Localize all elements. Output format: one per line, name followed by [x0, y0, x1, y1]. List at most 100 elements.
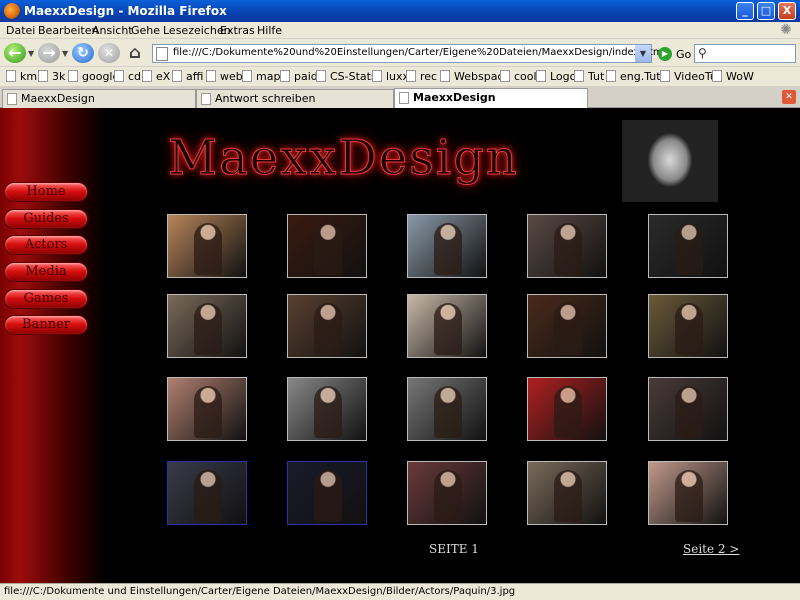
- actor-thumbnail[interactable]: [407, 294, 487, 358]
- actor-thumbnail[interactable]: [407, 461, 487, 525]
- folder-icon: [280, 70, 290, 82]
- url-bar[interactable]: file:///C:/Dokumente%20und%20Einstellung…: [152, 44, 663, 63]
- nav-guides-button[interactable]: Guides: [4, 209, 88, 229]
- bookmark-icon: [242, 70, 252, 82]
- bookmark-item[interactable]: paid: [280, 70, 318, 83]
- page-icon: [399, 92, 409, 104]
- actor-thumbnail[interactable]: [167, 377, 247, 441]
- url-history-dropdown-icon[interactable]: ▼: [635, 45, 651, 62]
- actor-thumbnail[interactable]: [287, 461, 367, 525]
- bookmark-item[interactable]: affi: [172, 70, 203, 83]
- actor-thumbnail[interactable]: [167, 294, 247, 358]
- actor-thumbnail[interactable]: [287, 294, 367, 358]
- person-silhouette: [434, 303, 462, 355]
- person-silhouette: [314, 386, 342, 438]
- person-silhouette: [314, 303, 342, 355]
- actor-thumbnail[interactable]: [527, 377, 607, 441]
- actor-thumbnail[interactable]: [648, 294, 728, 358]
- bookmark-item[interactable]: WoW: [712, 70, 754, 83]
- menu-hilfe[interactable]: Hilfe: [257, 24, 282, 37]
- person-silhouette: [675, 303, 703, 355]
- folder-icon: [440, 70, 450, 82]
- menu-datei[interactable]: Datei: [6, 24, 35, 37]
- tab-antwort-schreiben[interactable]: Antwort schreiben: [196, 89, 394, 108]
- bookmark-item[interactable]: CS-Stats: [316, 70, 377, 83]
- folder-icon: [372, 70, 382, 82]
- nav-games-button[interactable]: Games: [4, 289, 88, 309]
- menu-gehe[interactable]: Gehe: [131, 24, 160, 37]
- forward-history-dropdown-icon[interactable]: ▼: [62, 49, 68, 58]
- bookmark-icon: [574, 70, 584, 82]
- window-title: MaexxDesign - Mozilla Firefox: [24, 4, 227, 18]
- menu-ansicht[interactable]: Ansicht: [92, 24, 133, 37]
- maximize-button[interactable]: □: [757, 2, 775, 20]
- tab-maexxdesign-1[interactable]: MaexxDesign: [2, 89, 196, 108]
- actor-thumbnail[interactable]: [407, 377, 487, 441]
- actor-thumbnail[interactable]: [407, 214, 487, 278]
- url-input[interactable]: file:///C:/Dokumente%20und%20Einstellung…: [173, 47, 663, 58]
- folder-icon: [206, 70, 216, 82]
- go-button[interactable]: Go: [676, 48, 691, 61]
- actor-thumbnail[interactable]: [287, 214, 367, 278]
- forum-icon: [201, 93, 211, 105]
- nav-home-button[interactable]: Home: [4, 182, 88, 202]
- header-portrait-image: [622, 120, 718, 202]
- bookmark-item[interactable]: rec: [406, 70, 437, 83]
- bookmark-item[interactable]: google: [68, 70, 119, 83]
- actor-thumbnail[interactable]: [167, 461, 247, 525]
- person-silhouette: [554, 470, 582, 522]
- bookmark-item[interactable]: km: [6, 70, 37, 83]
- bookmark-item[interactable]: Tut: [574, 70, 604, 83]
- page-content: MaexxDesign Home Guides Actors Media Gam…: [0, 108, 800, 583]
- forward-button[interactable]: →: [38, 43, 60, 63]
- search-box[interactable]: ⚲: [694, 44, 796, 63]
- actor-thumbnail[interactable]: [527, 214, 607, 278]
- person-silhouette: [194, 386, 222, 438]
- back-button[interactable]: ←: [4, 43, 26, 63]
- nav-banner-button[interactable]: Banner: [4, 315, 88, 335]
- bookmark-item[interactable]: cd: [114, 70, 141, 83]
- bookmark-item[interactable]: Logo: [536, 70, 576, 83]
- next-page-link[interactable]: Seite 2 >: [683, 542, 739, 556]
- menu-extras[interactable]: Extras: [220, 24, 255, 37]
- stop-button[interactable]: ✕: [98, 43, 120, 63]
- bookmark-item[interactable]: map: [242, 70, 280, 83]
- actor-thumbnail[interactable]: [527, 294, 607, 358]
- person-silhouette: [675, 223, 703, 275]
- actor-thumbnail[interactable]: [648, 214, 728, 278]
- bookmark-item[interactable]: eX: [142, 70, 170, 83]
- bookmark-item[interactable]: web: [206, 70, 243, 83]
- bookmark-item[interactable]: 3k: [38, 70, 65, 83]
- nav-actors-button[interactable]: Actors: [4, 235, 88, 255]
- navigation-toolbar: ← ▼ → ▼ ↻ ✕ ⌂ file:///C:/Dokumente%20und…: [0, 39, 800, 67]
- current-page-label: SEITE 1: [429, 542, 479, 556]
- site-logo: MaexxDesign: [168, 130, 519, 187]
- actor-thumbnail[interactable]: [648, 377, 728, 441]
- actor-thumbnail[interactable]: [527, 461, 607, 525]
- actor-thumbnail[interactable]: [167, 214, 247, 278]
- nav-media-button[interactable]: Media: [4, 262, 88, 282]
- reload-button[interactable]: ↻: [72, 43, 94, 63]
- bookmark-item[interactable]: eng.Tut: [606, 70, 661, 83]
- person-silhouette: [194, 303, 222, 355]
- actor-thumbnail[interactable]: [287, 377, 367, 441]
- firefox-icon: [4, 3, 20, 19]
- actor-thumbnail[interactable]: [648, 461, 728, 525]
- close-tab-button[interactable]: ✕: [782, 90, 796, 104]
- close-window-button[interactable]: X: [778, 2, 796, 20]
- bookmark-item[interactable]: luxx: [372, 70, 409, 83]
- tab-strip: MaexxDesign Antwort schreiben MaexxDesig…: [0, 87, 800, 108]
- minimize-button[interactable]: _: [736, 2, 754, 20]
- home-button[interactable]: ⌂: [124, 43, 146, 63]
- title-bar: MaexxDesign - Mozilla Firefox _ □ X: [0, 0, 800, 22]
- menu-bearbeiten[interactable]: Bearbeiten: [38, 24, 98, 37]
- throbber-icon: ✺: [780, 22, 792, 38]
- bookmark-icon: [712, 70, 722, 82]
- person-silhouette: [675, 386, 703, 438]
- person-silhouette: [194, 470, 222, 522]
- bookmark-item[interactable]: cool: [500, 70, 537, 83]
- person-silhouette: [434, 470, 462, 522]
- tab-maexxdesign-active[interactable]: MaexxDesign: [394, 88, 588, 108]
- go-icon[interactable]: ▶: [658, 47, 672, 61]
- back-history-dropdown-icon[interactable]: ▼: [28, 49, 34, 58]
